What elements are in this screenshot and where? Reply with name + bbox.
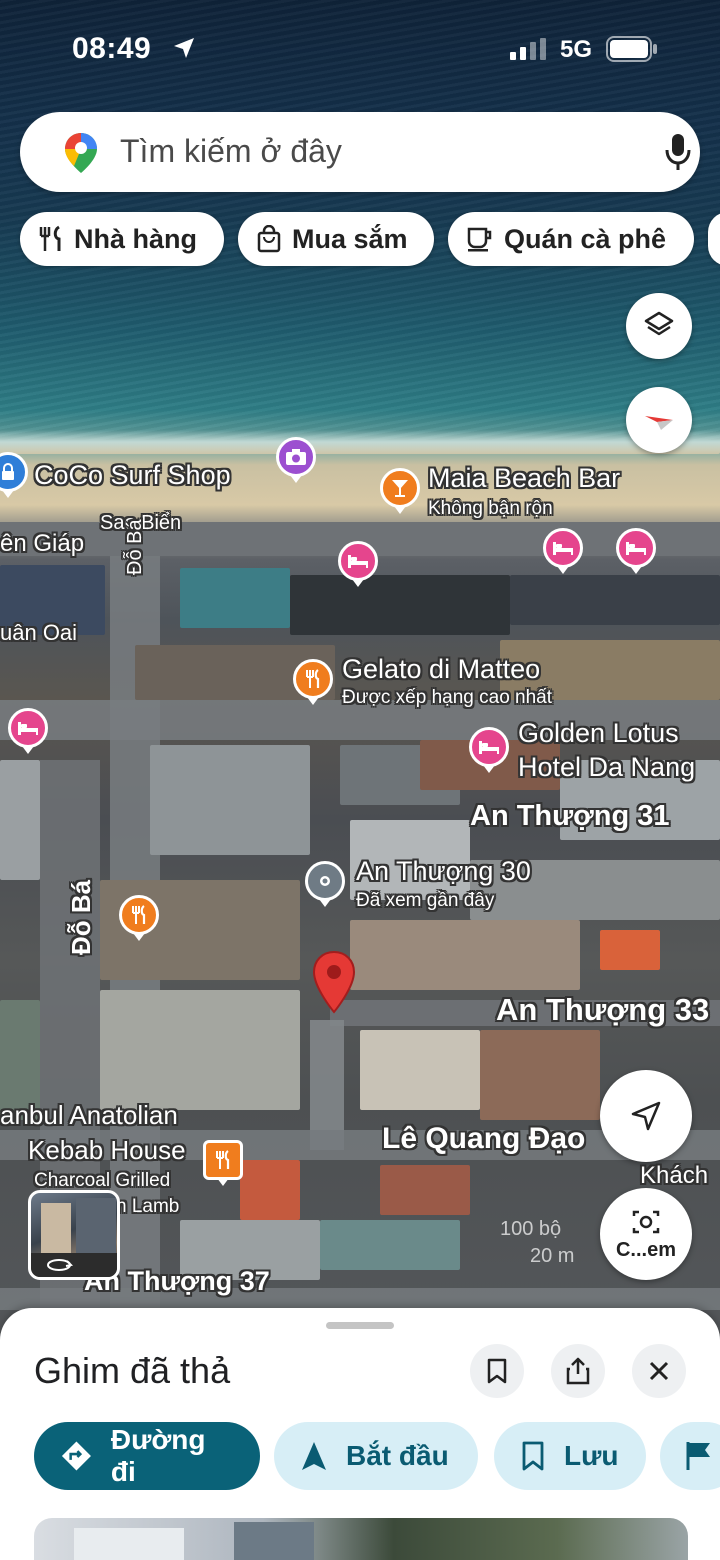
close-icon (649, 1361, 669, 1381)
map-label: Hotel Da Nang (518, 752, 696, 782)
more-action-button[interactable] (660, 1422, 720, 1490)
coffee-cup-icon (467, 227, 492, 252)
map-label: uân Oai (0, 620, 78, 645)
navigation-arrow-outline-icon (631, 1101, 661, 1131)
restaurant-poi-icon[interactable] (203, 1140, 243, 1186)
restaurant-poi-icon[interactable] (293, 659, 333, 705)
map-label: Đã xem gần đây (356, 890, 495, 911)
status-bar: 08:49 5G (0, 0, 720, 100)
recent-place-poi-icon[interactable] (305, 861, 345, 907)
dropped-pin-icon[interactable] (312, 950, 356, 1019)
map-label: anbul Anatolian (0, 1100, 178, 1130)
chip-label: Nhà hàng (74, 223, 198, 254)
save-action-button[interactable]: Lưu (494, 1422, 646, 1490)
map-label: Maia Beach Bar (428, 463, 621, 493)
bookmark-icon (522, 1441, 544, 1471)
chip-more[interactable] (708, 212, 720, 266)
hotel-poi-icon[interactable] (338, 541, 378, 587)
share-button[interactable] (551, 1344, 605, 1398)
my-location-button[interactable] (600, 1070, 692, 1162)
drag-handle[interactable] (326, 1322, 394, 1329)
share-icon (566, 1357, 590, 1385)
lock-poi-icon[interactable] (0, 452, 28, 498)
chip-restaurants[interactable]: Nhà hàng (20, 212, 224, 266)
clock: 08:49 (72, 32, 152, 65)
street-label: Đỗ Bá (66, 879, 96, 955)
rotate-360-icon (45, 1257, 74, 1277)
camera-lens-icon (632, 1210, 660, 1233)
layers-icon (644, 311, 674, 336)
microphone-icon[interactable] (664, 132, 692, 177)
hotel-poi-icon[interactable] (8, 708, 48, 754)
chip-shopping[interactable]: Mua sắm (238, 212, 434, 266)
map-label: Gelato di Matteo (342, 654, 541, 684)
restaurant-poi-icon[interactable] (119, 895, 159, 941)
layers-button[interactable] (626, 293, 692, 359)
hotel-poi-icon[interactable] (469, 727, 509, 773)
hotel-poi-icon[interactable] (616, 528, 656, 574)
fork-knife-icon (39, 225, 61, 251)
chip-coffee[interactable]: Quán cà phê (448, 212, 694, 266)
map-label: Kebab House (28, 1135, 186, 1165)
lens-label: C...em (615, 1238, 677, 1261)
street-label: An Thượng 33 (496, 992, 710, 1027)
place-photo-preview[interactable] (34, 1518, 688, 1560)
map-label: An Thượng 30 (356, 856, 531, 886)
map-label: Đỗ Bá (124, 519, 146, 575)
street-label: An Thượng 31 (470, 800, 670, 832)
map-label: Charcoal Grilled (34, 1170, 171, 1191)
map-scale: 100 bộ 20 m (500, 1218, 574, 1268)
start-label: Bắt đầu (346, 1440, 449, 1471)
compass-button[interactable] (626, 387, 692, 453)
flag-icon (686, 1442, 710, 1470)
map-label: CoCo Surf Shop (34, 460, 231, 490)
chip-label: Mua sắm (292, 223, 408, 254)
map-label: Không bận rộn (428, 498, 553, 519)
bookmark-icon (487, 1358, 507, 1384)
map-label: Được xếp hạng cao nhất (342, 687, 553, 708)
chip-label: Quán cà phê (504, 223, 667, 254)
close-button[interactable] (632, 1344, 686, 1398)
directions-label: Đường đi (110, 1424, 206, 1487)
scale-label-meters: 20 m (530, 1245, 575, 1267)
google-maps-logo-icon (64, 132, 98, 179)
search-bar[interactable]: Tìm kiếm ở đây (20, 112, 700, 192)
scale-label-feet: 100 bộ (500, 1218, 562, 1240)
hotel-poi-icon[interactable] (543, 528, 583, 574)
camera-poi-icon[interactable] (276, 437, 316, 483)
cellular-signal-icon (510, 38, 550, 65)
bar-poi-icon[interactable] (380, 468, 420, 514)
save-button[interactable] (470, 1344, 524, 1398)
save-label: Lưu (564, 1440, 619, 1471)
location-arrow-icon (172, 36, 196, 65)
start-button[interactable]: Bắt đầu (274, 1422, 478, 1490)
map-label: n Lamb (116, 1196, 180, 1217)
battery-icon (606, 36, 658, 67)
street-view-thumbnail[interactable] (28, 1190, 120, 1280)
street-label: Lê Quang Đạo (382, 1122, 586, 1155)
category-chips: Nhà hàng Mua sắm Quán cà phê (0, 212, 720, 268)
directions-button[interactable]: Đường đi (34, 1422, 260, 1490)
lens-button[interactable]: C...em (600, 1188, 692, 1280)
map-label: Khách (640, 1162, 709, 1189)
search-input[interactable]: Tìm kiếm ở đây (120, 133, 342, 170)
map-label: Golden Lotus (518, 718, 679, 748)
place-title: Ghim đã thả (34, 1350, 231, 1391)
compass-icon (645, 416, 673, 430)
directions-icon (61, 1441, 91, 1471)
map-label: ên Giáp (0, 530, 85, 557)
place-bottom-sheet[interactable]: Ghim đã thả Đường đi Bắt đầu Lưu (0, 1308, 720, 1560)
navigation-arrow-icon (302, 1442, 326, 1470)
shopping-bag-icon (257, 225, 281, 253)
network-type: 5G (560, 36, 593, 63)
